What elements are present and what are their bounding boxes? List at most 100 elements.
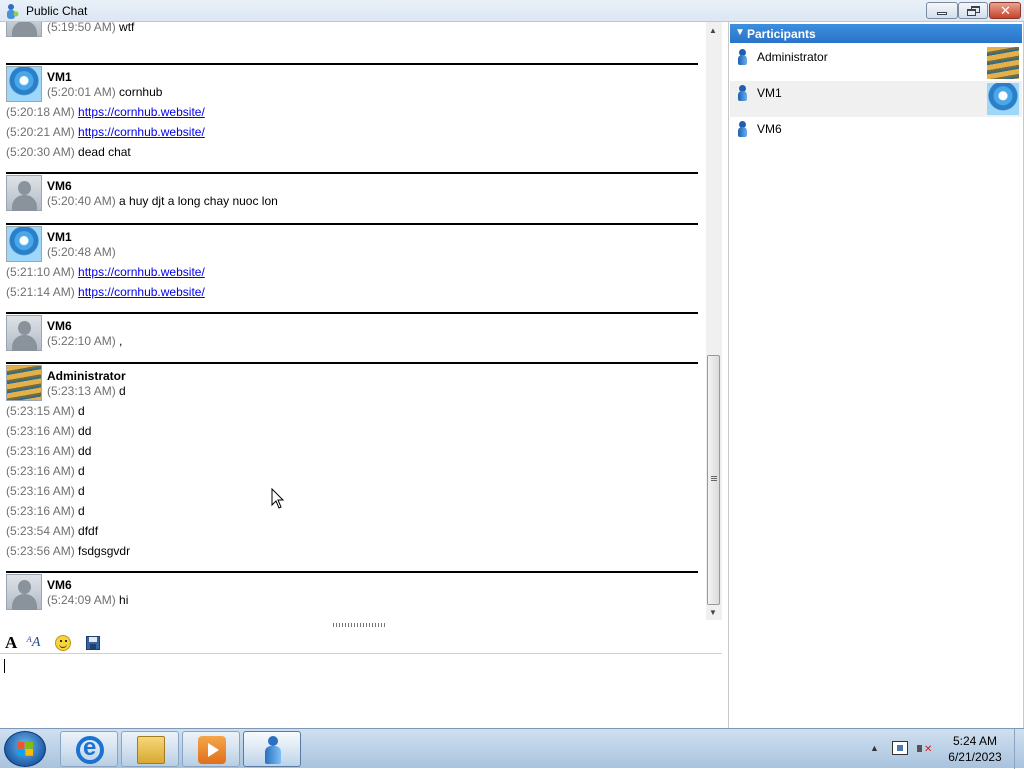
message-text: dd [78, 444, 92, 458]
participants-header[interactable]: ▼ Participants [730, 24, 1022, 43]
message-timestamp: (5:19:50 AM) [47, 22, 116, 34]
avatar [6, 22, 42, 37]
chat-line: (5:23:16 AM) dd [6, 444, 91, 458]
message-group [6, 312, 698, 314]
participant-name: Administrator [757, 50, 828, 64]
sender-name: Administrator [47, 369, 126, 383]
message-link[interactable]: https://cornhub.website/ [78, 285, 205, 299]
media-player-icon [198, 736, 226, 764]
message-text: d [119, 384, 126, 398]
message-group [6, 362, 698, 364]
message-link[interactable]: https://cornhub.website/ [78, 265, 205, 279]
message-text: wtf [119, 22, 135, 34]
show-hidden-icons-icon[interactable]: ▲ [870, 743, 879, 753]
chat-line: (5:23:13 AM) d [47, 384, 126, 398]
user-status-icon [738, 49, 747, 65]
message-link[interactable]: https://cornhub.website/ [78, 105, 205, 119]
sender-name: VM6 [47, 578, 72, 592]
participant-name: VM6 [757, 122, 782, 136]
message-timestamp: (5:20:21 AM) [6, 125, 75, 139]
close-button[interactable]: ✕ [989, 2, 1021, 19]
participant-avatar [987, 83, 1019, 115]
minimize-button[interactable] [926, 2, 958, 19]
chat-line: (5:20:18 AM) https://cornhub.website/ [6, 105, 205, 119]
chat-app-icon [259, 736, 287, 764]
message-link[interactable]: https://cornhub.website/ [78, 125, 205, 139]
sender-name: VM1 [47, 230, 72, 244]
scroll-down-icon[interactable]: ▼ [709, 608, 717, 617]
network-icon[interactable] [892, 741, 908, 755]
message-text: d [78, 504, 85, 518]
taskbar-file-explorer[interactable] [121, 731, 179, 767]
chat-line: (5:23:16 AM) d [6, 504, 85, 518]
message-text: dead chat [78, 145, 131, 159]
message-timestamp: (5:24:09 AM) [47, 593, 116, 607]
title-bar: Public Chat ✕ [0, 0, 1024, 22]
chat-transcript[interactable]: VM6(5:19:50 AM) wtfVM1(5:20:01 AM) cornh… [0, 22, 706, 620]
taskbar-internet-explorer[interactable] [60, 731, 118, 767]
internet-explorer-icon [76, 734, 104, 764]
message-group [6, 223, 698, 225]
participant-item[interactable]: VM1 [730, 81, 1022, 117]
emoticon-icon[interactable] [55, 635, 71, 651]
volume-muted-icon[interactable] [916, 741, 932, 757]
font-icon[interactable]: A [5, 634, 23, 652]
avatar [6, 574, 42, 610]
avatar [6, 365, 42, 401]
message-timestamp: (5:23:56 AM) [6, 544, 75, 558]
message-timestamp: (5:23:16 AM) [6, 424, 75, 438]
file-explorer-icon [137, 736, 165, 764]
scroll-up-icon[interactable]: ▲ [709, 26, 717, 35]
sender-name: VM6 [47, 319, 72, 333]
chat-line: (5:22:10 AM) , [47, 334, 122, 348]
chat-line: (5:19:50 AM) wtf [47, 22, 134, 34]
text-color-icon[interactable]: ᴬA [26, 634, 44, 652]
text-caret [4, 659, 5, 673]
chat-line: (5:23:16 AM) d [6, 484, 85, 498]
collapse-arrow-icon[interactable]: ▼ [735, 27, 745, 38]
participant-item[interactable]: VM6 [730, 117, 1022, 153]
close-icon: ✕ [1000, 3, 1011, 18]
user-status-icon [738, 85, 747, 101]
message-timestamp: (5:23:13 AM) [47, 384, 116, 398]
chat-line: (5:23:16 AM) dd [6, 424, 91, 438]
user-status-icon [738, 121, 747, 137]
chat-app-icon [3, 3, 19, 19]
show-desktop-button[interactable] [1014, 729, 1024, 769]
sender-name: VM1 [47, 70, 72, 84]
chat-line: (5:20:48 AM) [47, 245, 116, 259]
clock-date: 6/21/2023 [948, 750, 1002, 764]
participant-item[interactable]: Administrator [730, 45, 1022, 81]
chat-line: (5:20:21 AM) https://cornhub.website/ [6, 125, 205, 139]
minimize-icon [937, 12, 947, 15]
chat-line: (5:20:01 AM) cornhub [47, 85, 162, 99]
message-text: a huy djt a long chay nuoc lon [119, 194, 278, 208]
chat-line: (5:20:30 AM) dead chat [6, 145, 131, 159]
message-timestamp: (5:23:16 AM) [6, 464, 75, 478]
chat-line: (5:23:15 AM) d [6, 404, 85, 418]
message-timestamp: (5:23:16 AM) [6, 504, 75, 518]
message-input[interactable] [0, 655, 722, 728]
taskbar-media-player[interactable] [182, 731, 240, 767]
system-clock[interactable]: 5:24 AM 6/21/2023 [940, 733, 1010, 765]
chat-line: (5:23:16 AM) d [6, 464, 85, 478]
chat-line: (5:23:54 AM) dfdf [6, 524, 98, 538]
chat-line: (5:20:40 AM) a huy djt a long chay nuoc … [47, 194, 278, 208]
message-text: d [78, 464, 85, 478]
message-timestamp: (5:21:10 AM) [6, 265, 75, 279]
message-timestamp: (5:23:16 AM) [6, 444, 75, 458]
taskbar: ▲ 5:24 AM 6/21/2023 [0, 728, 1024, 769]
save-icon[interactable] [86, 636, 100, 650]
chat-scrollbar[interactable]: ▲ ▼ [706, 22, 722, 620]
start-button[interactable] [4, 731, 46, 767]
restore-button[interactable] [958, 2, 988, 19]
avatar [6, 315, 42, 351]
message-text: cornhub [119, 85, 163, 99]
pane-splitter[interactable] [0, 620, 722, 632]
message-timestamp: (5:22:10 AM) [47, 334, 116, 348]
splitter-grip[interactable] [333, 623, 387, 627]
chat-line: (5:21:10 AM) https://cornhub.website/ [6, 265, 205, 279]
taskbar-chat-app[interactable] [243, 731, 301, 767]
participant-avatar [987, 47, 1019, 79]
scrollbar-thumb[interactable] [707, 355, 720, 605]
